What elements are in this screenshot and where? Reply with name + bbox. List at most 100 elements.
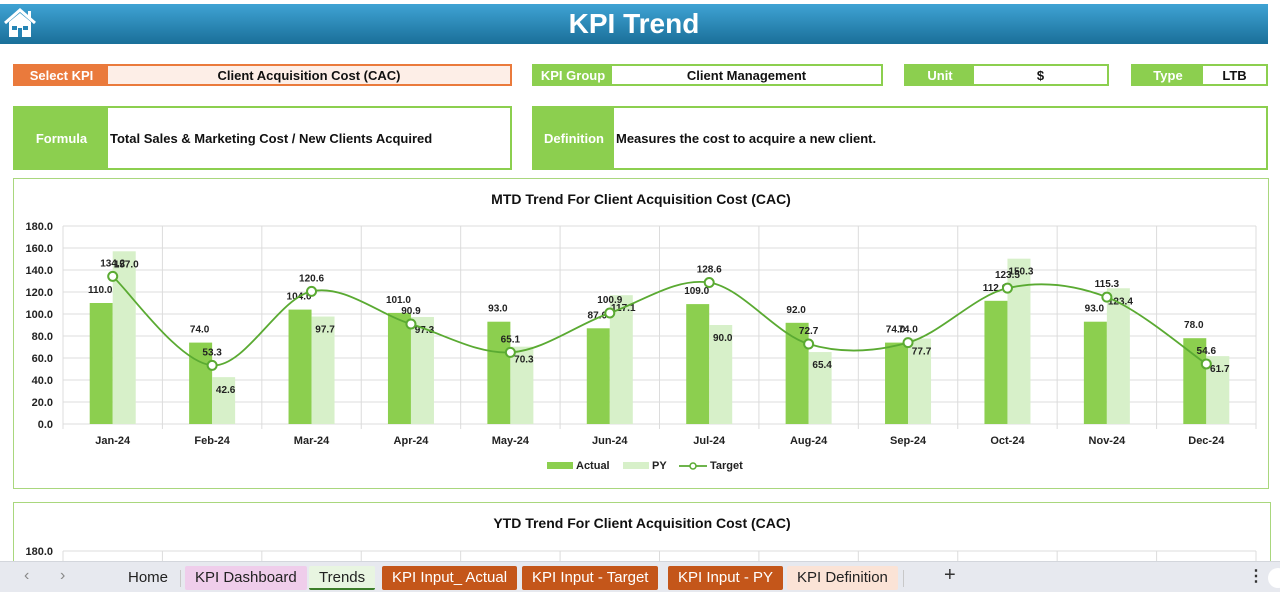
data-label-py: 77.7	[912, 347, 932, 358]
bar-actual	[785, 322, 809, 424]
tab-kpi-input-target[interactable]: KPI Input - Target	[522, 566, 659, 590]
bar-actual	[387, 312, 411, 424]
y-tick-label: 40.0	[32, 375, 53, 387]
legend-label-py: PY	[652, 460, 667, 472]
mtd-chart-svg: 0.0 20.0 40.0 60.0 80.0 100.0 120.0 140.0 160.0 1…	[25, 221, 1257, 472]
mtd-chart: MTD Trend For Client Acquisition Cost (C…	[13, 178, 1269, 489]
data-label-py: 65.4	[812, 360, 832, 371]
data-label-py: 42.6	[216, 385, 236, 396]
definition-field: Definition Measures the cost to acquire …	[532, 106, 1268, 170]
data-label-target: 123.5	[995, 270, 1020, 281]
bar-actual	[89, 303, 113, 424]
next-sheet-button[interactable]: ›	[60, 567, 65, 585]
target-marker	[405, 318, 417, 330]
more-options-button[interactable]: ⋮	[1248, 566, 1264, 586]
select-kpi-dropdown[interactable]: Client Acquisition Cost (CAC)	[108, 66, 510, 84]
tab-kpi-input-py[interactable]: KPI Input - PY	[668, 566, 784, 590]
target-marker	[1200, 358, 1212, 370]
bar-actual	[686, 304, 710, 424]
data-label-py: 90.0	[713, 333, 733, 344]
tab-trends[interactable]: Trends	[309, 566, 376, 590]
data-label-py: 97.7	[315, 325, 335, 336]
bar-actual	[885, 342, 909, 424]
target-marker	[703, 277, 715, 289]
legend-marker-target	[689, 462, 697, 470]
tab-kpi-definition[interactable]: KPI Definition	[787, 566, 898, 590]
legend-swatch-py	[623, 462, 649, 469]
x-tick-label: Sep-24	[890, 435, 927, 447]
data-label-target: 90.9	[401, 306, 421, 317]
target-marker	[604, 307, 616, 319]
y-tick-label: 100.0	[25, 309, 53, 321]
data-label-actual: 109.0	[684, 286, 709, 297]
target-marker	[1001, 282, 1013, 294]
y-tick-label: 60.0	[32, 353, 53, 365]
type-label: Type	[1133, 66, 1203, 84]
target-marker	[306, 285, 318, 297]
bar-actual	[288, 309, 312, 424]
y-tick-label: 160.0	[25, 243, 53, 255]
add-sheet-button[interactable]: +	[944, 564, 956, 587]
data-label-target: 74.0	[898, 325, 918, 336]
type-field: Type LTB	[1131, 64, 1268, 86]
x-tick-label: Mar-24	[294, 435, 330, 447]
target-marker	[504, 346, 516, 358]
select-kpi-field[interactable]: Select KPI Client Acquisition Cost (CAC)	[13, 64, 512, 86]
select-kpi-label: Select KPI	[15, 66, 108, 84]
data-label-actual: 101.0	[386, 295, 411, 306]
prev-sheet-button[interactable]: ‹	[24, 567, 29, 585]
definition-label: Definition	[534, 108, 614, 168]
data-label-target: 115.3	[1095, 279, 1120, 290]
legend-label-actual: Actual	[576, 460, 610, 472]
formula-label: Formula	[15, 108, 108, 168]
tab-home[interactable]: Home	[118, 566, 178, 590]
unit-label: Unit	[906, 66, 974, 84]
bar-actual	[984, 300, 1008, 424]
tab-kpi-dashboard[interactable]: KPI Dashboard	[185, 566, 307, 590]
target-marker	[902, 337, 914, 349]
data-label-target: 100.9	[597, 295, 622, 306]
scroll-handle[interactable]	[1268, 568, 1280, 588]
tab-kpi-input-actual[interactable]: KPI Input_ Actual	[382, 566, 518, 590]
x-tick-label: Apr-24	[394, 435, 430, 447]
legend-swatch-actual	[547, 462, 573, 469]
kpi-group-field: KPI Group Client Management	[532, 64, 883, 86]
formula-value: Total Sales & Marketing Cost / New Clien…	[108, 108, 510, 168]
x-tick-label: Feb-24	[194, 435, 230, 447]
x-tick-label: Aug-24	[790, 435, 828, 447]
x-tick-label: Jul-24	[693, 435, 726, 447]
data-label-target: 53.3	[202, 347, 222, 358]
target-marker	[1101, 291, 1113, 303]
data-label-actual: 78.0	[1184, 320, 1204, 331]
page-title: KPI Trend	[568, 8, 700, 39]
tab-divider	[180, 570, 181, 587]
y-tick-label: 80.0	[32, 331, 53, 343]
home-icon[interactable]	[2, 6, 38, 40]
y-tick-label: 120.0	[25, 287, 53, 299]
data-label-py: 61.7	[1210, 364, 1230, 375]
kpi-group-label: KPI Group	[534, 66, 612, 84]
x-tick-label: Nov-24	[1089, 435, 1127, 447]
bar-py	[1007, 258, 1031, 424]
bar-py	[1106, 288, 1130, 424]
x-tick-label: Jan-24	[95, 435, 131, 447]
kpi-group-value: Client Management	[612, 66, 881, 84]
definition-value: Measures the cost to acquire a new clien…	[614, 108, 1266, 168]
data-label-target: 128.6	[697, 265, 722, 276]
target-marker	[107, 270, 119, 282]
unit-field: Unit $	[904, 64, 1109, 86]
x-tick-label: May-24	[492, 435, 530, 447]
x-tick-label: Oct-24	[990, 435, 1025, 447]
bar-actual	[586, 328, 610, 424]
data-label-py: 70.3	[514, 355, 534, 366]
data-label-actual: 92.0	[786, 305, 806, 316]
data-label-actual: 74.0	[190, 325, 210, 336]
y-tick-label: 0.0	[38, 419, 53, 431]
y-tick-label: 20.0	[32, 397, 53, 409]
y-tick-label: 180.0	[25, 221, 53, 233]
tab-divider	[903, 570, 904, 587]
data-label-target: 134.2	[100, 258, 125, 269]
target-marker	[206, 359, 218, 371]
target-marker	[803, 338, 815, 350]
y-tick-label: 180.0	[25, 546, 53, 558]
